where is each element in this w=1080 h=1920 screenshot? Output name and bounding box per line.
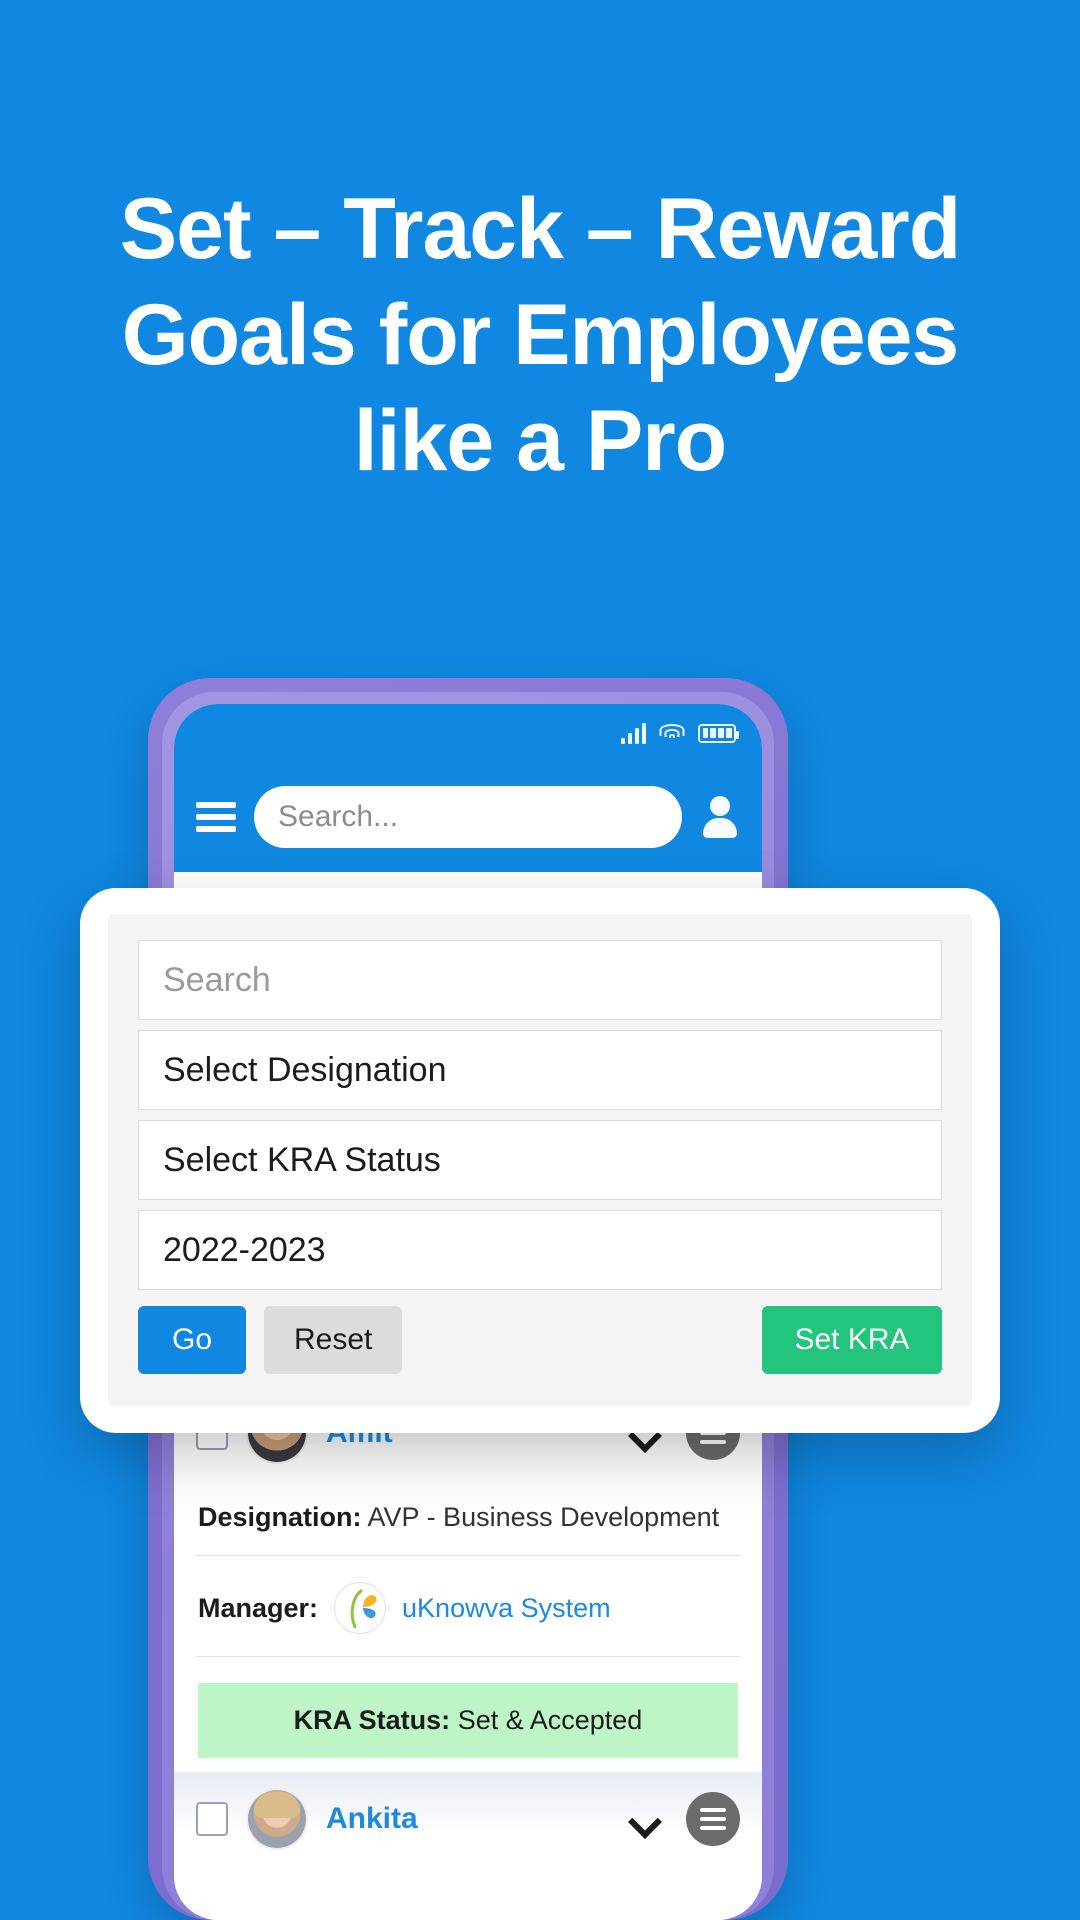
manager-value-link[interactable]: uKnowva System	[402, 1593, 611, 1624]
employee-details: Designation: AVP - Business Development …	[174, 1476, 762, 1758]
signal-bars-icon	[621, 722, 646, 744]
app-header: Search...	[174, 762, 762, 872]
filter-button-row: Go Reset Set KRA	[138, 1306, 942, 1374]
battery-icon	[698, 723, 739, 743]
status-badge: KRA Status: Set & Accepted	[198, 1683, 738, 1758]
user-avatar-icon[interactable]	[700, 794, 740, 840]
kra-status-value: Set & Accepted	[457, 1705, 643, 1735]
filter-modal: Search Select Designation Select KRA Sta…	[80, 888, 1000, 1433]
search-input[interactable]: Search...	[254, 786, 682, 848]
kra-status-select[interactable]: Select KRA Status	[138, 1120, 942, 1200]
list-item[interactable]: Ankita	[174, 1772, 762, 1862]
kra-status-label: KRA Status:	[293, 1705, 451, 1735]
headline-line-1: Set – Track – Reward	[119, 181, 961, 277]
headline-line-3: like a Pro	[353, 393, 727, 489]
designation-label: Designation:	[198, 1502, 362, 1532]
chevron-down-icon[interactable]	[630, 1804, 660, 1834]
set-kra-button[interactable]: Set KRA	[762, 1306, 942, 1374]
reset-button[interactable]: Reset	[264, 1306, 403, 1374]
employee-name-link[interactable]: Ankita	[326, 1802, 610, 1836]
designation-value: AVP - Business Development	[367, 1502, 720, 1532]
filter-modal-body: Search Select Designation Select KRA Sta…	[108, 914, 972, 1407]
checkbox-icon[interactable]	[196, 1802, 228, 1836]
manager-label: Manager:	[198, 1592, 319, 1623]
avatar	[248, 1790, 306, 1848]
page-title: Set – Track – Reward Goals for Employees…	[0, 176, 1080, 494]
go-button[interactable]: Go	[138, 1306, 246, 1374]
list-item[interactable]: Amit Designation: AVP - Business Develop…	[174, 1386, 762, 1758]
headline-line-2: Goals for Employees	[121, 287, 960, 383]
list-divider	[174, 1758, 762, 1772]
search-field[interactable]: Search	[138, 940, 942, 1020]
uknowva-butterfly-logo-icon	[334, 1582, 387, 1634]
hamburger-icon[interactable]	[196, 802, 236, 832]
row-menu-icon[interactable]	[686, 1792, 740, 1846]
employee-row-header[interactable]: Ankita	[174, 1772, 762, 1862]
manager-row: Manager: uKnowva System	[196, 1556, 740, 1657]
designation-select[interactable]: Select Designation	[138, 1030, 942, 1110]
status-bar	[174, 704, 762, 762]
year-select[interactable]: 2022-2023	[138, 1210, 942, 1290]
designation-row: Designation: AVP - Business Development	[196, 1476, 740, 1556]
wifi-icon	[659, 723, 685, 743]
